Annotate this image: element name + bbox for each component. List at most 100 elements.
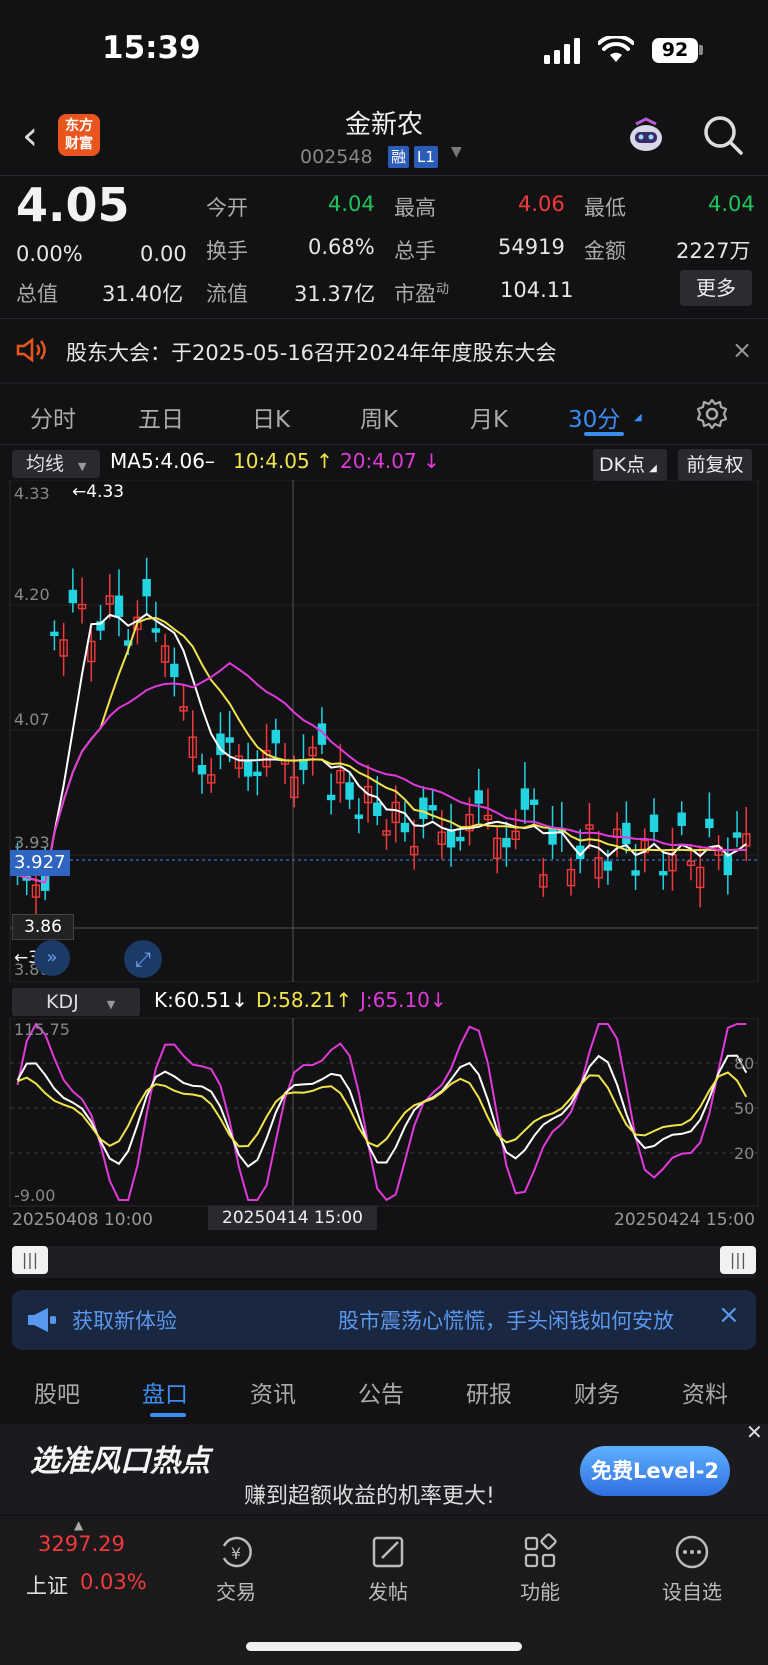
kdj-select[interactable]: KDJ ▼	[12, 988, 140, 1016]
caret-down-icon[interactable]: ▼	[451, 144, 462, 160]
gear-icon[interactable]	[696, 398, 728, 430]
candle-body	[649, 814, 659, 832]
candle-body	[326, 794, 336, 801]
tab-monthly-k[interactable]: 月K	[470, 400, 508, 434]
kdj-j-line	[16, 1022, 747, 1202]
robot-assistant-icon[interactable]	[626, 116, 666, 156]
candlestick-chart[interactable]	[0, 480, 768, 982]
adjust-price-button[interactable]: 前复权	[678, 449, 752, 481]
margin-tag: 融	[388, 146, 410, 168]
nav-trade-label: 交易	[216, 1580, 256, 1604]
range-handle-left[interactable]: |||	[12, 1246, 48, 1274]
candle-body	[50, 631, 59, 637]
open-label: 今开	[206, 196, 248, 220]
kdj-level-50: 50	[734, 1099, 755, 1118]
nav-trade[interactable]: ¥ 交易	[181, 1518, 291, 1605]
candle-body	[271, 729, 280, 744]
kdj-caret-icon: ▼	[106, 998, 116, 1011]
ma10-value: 10:4.05 ↑	[233, 449, 333, 473]
nav-functions[interactable]: 功能	[485, 1518, 595, 1605]
y-label-4-33: 4.33	[14, 484, 50, 503]
tab-guba[interactable]: 股吧	[34, 1375, 80, 1409]
kdj-frame	[9, 1018, 759, 1207]
nav-post-label: 发帖	[368, 1580, 408, 1604]
high-label: 最高	[394, 196, 436, 220]
dk-point-button[interactable]: DK点 ◢	[593, 449, 667, 481]
candle-body	[197, 765, 207, 775]
turnover-value: 0.68%	[308, 235, 375, 259]
index-value[interactable]: 3297.29	[38, 1532, 125, 1556]
kdj-j-value: J:65.10↓	[360, 988, 447, 1012]
tab-weekly-k[interactable]: 周K	[360, 400, 398, 434]
index-change[interactable]: 0.03%	[80, 1570, 147, 1594]
amount-value: 2227万	[676, 239, 751, 263]
tab-five-day[interactable]: 五日	[138, 400, 184, 434]
bottom-tab-underline	[150, 1413, 186, 1417]
range-scrollbar[interactable]	[12, 1246, 756, 1278]
kdj-y-bottom: -9.00	[14, 1186, 56, 1205]
candle-body	[142, 579, 151, 597]
tab-30min[interactable]: 30分	[568, 400, 620, 434]
y-label-4-07: 4.07	[14, 710, 50, 729]
y-label-4-20: 4.20	[14, 585, 50, 604]
index-name[interactable]: 上证	[26, 1570, 68, 1600]
current-price-tag: 3.927	[10, 850, 70, 876]
candle-body	[520, 788, 530, 810]
ma-select[interactable]: 均线 ▼	[12, 450, 100, 478]
battery-icon: 92	[652, 38, 698, 63]
range-handle-right[interactable]: |||	[720, 1246, 756, 1274]
volume-label: 总手	[394, 239, 436, 263]
index-caret-up-icon: ▲	[74, 1518, 84, 1532]
ma-select-label: 均线	[26, 453, 65, 475]
banner-close-icon[interactable]: ×	[718, 1300, 740, 1330]
edit-icon	[372, 1536, 404, 1568]
pe-label-text: 市盈	[394, 282, 436, 306]
tab-announcements[interactable]: 公告	[358, 1375, 404, 1409]
tab-profile[interactable]: 资料	[682, 1375, 728, 1409]
candle-body	[354, 814, 364, 819]
active-tab-underline	[584, 432, 624, 436]
kdj-k-arrow-down-icon: ↓	[231, 988, 248, 1012]
candle-body	[428, 805, 437, 811]
candle-body	[253, 771, 262, 777]
candle-body	[151, 628, 161, 633]
trade-icon: ¥	[222, 1536, 252, 1568]
kdj-chart[interactable]	[0, 1018, 768, 1208]
candle-body	[529, 799, 539, 805]
change-pct: 0.00%	[16, 242, 83, 266]
nav-post[interactable]: 发帖	[333, 1518, 443, 1605]
status-time: 15:39	[102, 30, 201, 66]
date-cursor: 20250414 15:00	[208, 1206, 377, 1230]
notice-close-icon[interactable]: ×	[732, 336, 752, 364]
candle-body	[225, 737, 234, 743]
more-button[interactable]: 更多	[680, 270, 752, 306]
candle-body	[622, 822, 631, 845]
nav-functions-label: 功能	[520, 1580, 560, 1604]
volume-value: 54919	[498, 235, 565, 259]
nav-add-watchlist[interactable]: 设自选	[637, 1518, 747, 1605]
header-divider	[0, 175, 768, 176]
tab-daily-k[interactable]: 日K	[252, 400, 290, 434]
open-value: 4.04	[328, 192, 375, 216]
kdj-y-top: 115.75	[14, 1020, 70, 1039]
notice-text[interactable]: 股东大会：于2025-05-16召开2024年年度股东大会	[66, 337, 556, 367]
ad-subtitle: 赚到超额收益的机率更大!	[244, 1484, 495, 1509]
signal-icon	[544, 38, 580, 64]
expand-icon[interactable]: ⤢	[124, 940, 162, 978]
ma10-arrow-up-icon: ↑	[316, 449, 333, 473]
tab-news[interactable]: 资讯	[250, 1375, 296, 1409]
tab-research[interactable]: 研报	[466, 1375, 512, 1409]
kdj-level-80: 80	[734, 1054, 755, 1073]
tab-intraday[interactable]: 分时	[30, 400, 76, 434]
float-label: 流值	[206, 282, 248, 306]
tab-finance[interactable]: 财务	[574, 1375, 620, 1409]
search-icon[interactable]	[702, 114, 744, 156]
kdj-level-20: 20	[734, 1144, 755, 1163]
collapse-icon[interactable]: »	[34, 940, 70, 976]
candle-body	[299, 760, 308, 770]
ad-level2-button[interactable]: 免费Level-2	[580, 1446, 730, 1496]
tab-pankou[interactable]: 盘口	[142, 1375, 188, 1409]
candle-body	[631, 870, 640, 876]
ad-close-icon[interactable]: ✕	[746, 1420, 763, 1444]
low-label: 最低	[584, 196, 626, 220]
